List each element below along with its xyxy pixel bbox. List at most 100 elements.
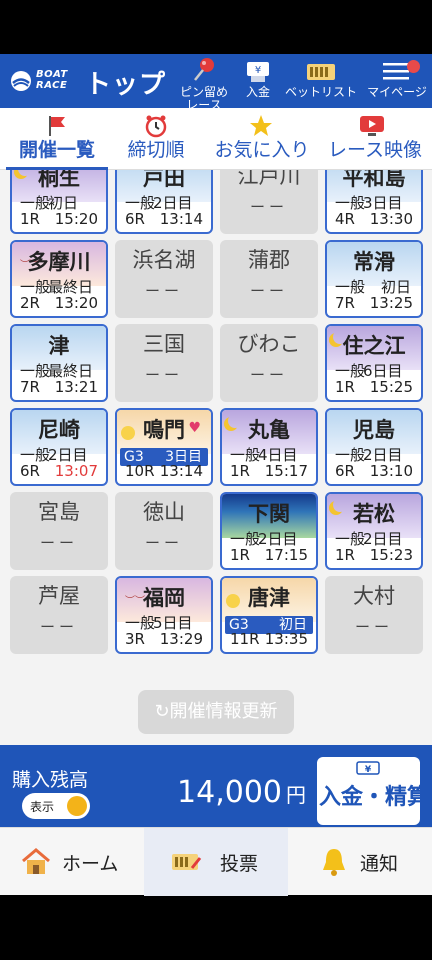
venue-tile[interactable]: ︶︶ 福岡 一般 5日目 3R 13:29	[115, 576, 213, 654]
no-race-dash: ーー	[144, 534, 183, 552]
venue-name: 徳山	[143, 500, 185, 524]
venue-tile[interactable]: 津一般 最終日 7R 13:21	[10, 324, 108, 402]
nav-notifications[interactable]: 通知	[288, 828, 432, 896]
venue-name: 平和島	[342, 170, 406, 190]
venue-tile[interactable]: 浜名湖 ーー	[115, 240, 213, 318]
grade-label: 一般	[125, 614, 156, 632]
deposit-settle-button[interactable]: ¥ 入金・精算	[317, 757, 420, 825]
venue-tile[interactable]: 戸田 一般 2日目 6R 13:14	[115, 170, 213, 234]
flag-icon	[0, 108, 114, 138]
header-deposit-button[interactable]: ¥ 入金	[238, 54, 278, 108]
balance-amount: 14,000 円	[177, 775, 306, 810]
race-number: 6R	[335, 462, 355, 480]
deadline-time: 13:20	[54, 294, 98, 312]
venue-tile[interactable]: 大村 ーー	[325, 576, 423, 654]
tab-race-video-label: レース映像	[327, 139, 423, 161]
balance-currency: 円	[286, 783, 306, 807]
venue-tile[interactable]: 住之江 一般 6日目 1R 15:25	[325, 324, 423, 402]
svg-text:¥: ¥	[365, 765, 372, 775]
grade-label: 一般	[230, 446, 261, 464]
deadline-time: 13:14	[159, 462, 203, 480]
venue-tile[interactable]: 宮島 ーー	[10, 492, 108, 570]
deadline-time: 13:10	[369, 462, 413, 480]
nav-vote[interactable]: 投票	[144, 828, 288, 896]
venue-tile[interactable]: 蒲郡 ーー	[220, 240, 318, 318]
app-header: BOAT RACE トップ ピン留め レース ¥ 入金 ベットリスト マイページ	[0, 54, 432, 112]
tab-schedule[interactable]: 開催一覧	[0, 108, 114, 170]
grade-label: 一般	[20, 278, 51, 296]
svg-text:¥: ¥	[255, 65, 261, 76]
venue-tile[interactable]: ︶︶ 多摩川 一般 最終日 2R 13:20	[10, 240, 108, 318]
header-deposit-label: 入金	[245, 85, 270, 99]
balance-visibility-toggle[interactable]: 表示	[22, 793, 90, 819]
venue-name: 若松	[353, 502, 395, 526]
venue-tile[interactable]: 芦屋 ーー	[10, 576, 108, 654]
grade-label: 一般	[125, 194, 156, 212]
venue-name: 住之江	[342, 334, 406, 358]
day-label: 初日	[380, 278, 411, 296]
day-label: 2日目	[258, 530, 298, 548]
nav-home[interactable]: ホーム	[0, 828, 144, 896]
race-number: 1R	[20, 210, 40, 228]
notification-badge	[407, 60, 420, 73]
boatrace-logo[interactable]: BOAT RACE	[10, 66, 72, 96]
race-number: 1R	[335, 378, 355, 396]
no-race-dash: ーー	[249, 198, 288, 216]
venue-tile[interactable]: 若松 一般 2日目 1R 15:23	[325, 492, 423, 570]
venue-name: 津	[48, 334, 70, 358]
race-number: 7R	[20, 378, 40, 396]
mypage-label: マイページ	[367, 85, 427, 99]
clock-icon	[114, 108, 198, 138]
race-number: 11R	[230, 630, 260, 648]
tab-favorites[interactable]: お気に入り	[206, 108, 318, 170]
no-race-dash: ーー	[39, 618, 78, 636]
no-race-dash: ーー	[39, 534, 78, 552]
venue-name: びわこ	[237, 332, 301, 356]
nav-notifications-label: 通知	[360, 853, 399, 875]
nav-home-label: ホーム	[62, 853, 119, 875]
grade-label: 一般	[230, 530, 261, 548]
venue-tile[interactable]: 唐津 G3 初日 11R 13:35	[220, 576, 318, 654]
balance-title: 購入残高	[12, 769, 89, 791]
tab-race-video[interactable]: レース映像	[318, 108, 432, 170]
race-number: 1R	[230, 462, 250, 480]
deadline-time: 13:21	[54, 378, 98, 396]
venue-name: 江戸川	[237, 170, 301, 188]
home-icon	[22, 848, 50, 874]
page-title: トップ	[85, 70, 167, 100]
tab-deadline-label: 締切順	[127, 139, 185, 161]
venue-tile[interactable]: 桐生 一般 初日 1R 15:20	[10, 170, 108, 234]
deadline-time: 13:30	[369, 210, 413, 228]
refresh-label: 開催情報更新	[169, 701, 278, 722]
venue-tile[interactable]: 徳山 ーー	[115, 492, 213, 570]
day-label: 初日	[48, 194, 79, 212]
venue-tile[interactable]: ♥ 鳴門 G3 3日目 10R 13:14	[115, 408, 213, 486]
grade-label: 一般	[335, 446, 366, 464]
venue-tile[interactable]: 下関 一般 2日目 1R 17:15	[220, 492, 318, 570]
deposit-settle-icon: ¥	[356, 761, 380, 775]
refresh-schedule-button[interactable]: ↻開催情報更新	[138, 690, 294, 734]
venue-name: 下関	[248, 502, 290, 526]
no-race-dash: ーー	[249, 366, 288, 384]
venue-name: 多摩川	[27, 250, 91, 274]
venue-tile[interactable]: 平和島 一般 3日目 4R 13:30	[325, 170, 423, 234]
venue-tile[interactable]: 尼崎 一般 2日目 6R 13:07	[10, 408, 108, 486]
venue-tile[interactable]: 丸亀 一般 4日目 1R 15:17	[220, 408, 318, 486]
deadline-time: 13:35	[264, 630, 308, 648]
deadline-time: 15:20	[54, 210, 98, 228]
venue-name: 宮島	[38, 500, 80, 524]
tab-deadline[interactable]: 締切順	[114, 108, 198, 170]
venue-tile[interactable]: 三国 ーー	[115, 324, 213, 402]
venue-tile[interactable]: びわこ ーー	[220, 324, 318, 402]
venue-tile[interactable]: 児島 一般 2日目 6R 13:10	[325, 408, 423, 486]
mypage-button[interactable]: マイページ	[362, 54, 432, 108]
venue-name: 桐生	[38, 170, 80, 190]
day-label: 2日目	[363, 446, 403, 464]
deadline-time: 13:07	[54, 462, 98, 480]
pinned-race-button[interactable]: ピン留め レース	[174, 54, 234, 112]
star-icon	[206, 108, 318, 138]
betlist-button[interactable]: ベットリスト	[282, 54, 360, 108]
venue-tile[interactable]: 江戸川 ーー	[220, 170, 318, 234]
venue-tile[interactable]: 常滑 一般 初日 7R 13:25	[325, 240, 423, 318]
race-number: 10R	[125, 462, 155, 480]
